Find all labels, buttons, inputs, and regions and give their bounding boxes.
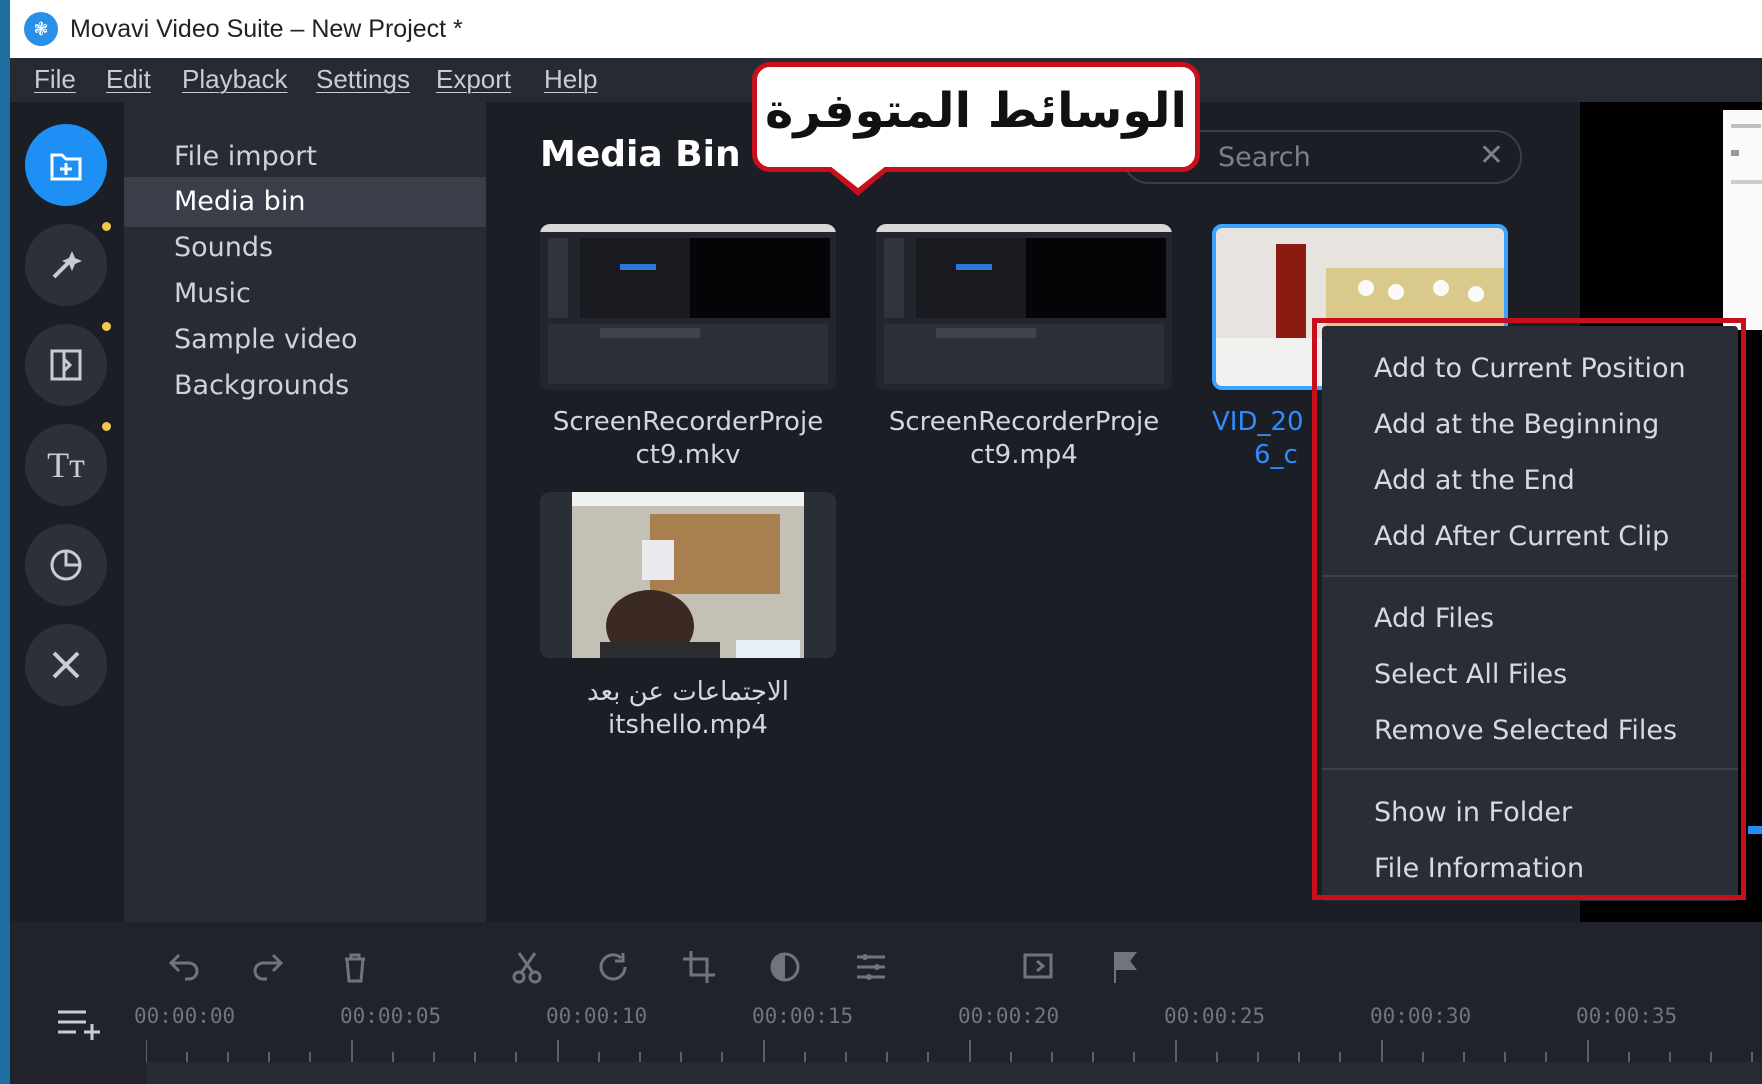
menu-file[interactable]: File: [34, 64, 76, 95]
file-name-line1: ScreenRecorderProje: [888, 407, 1160, 437]
redo-icon[interactable]: [246, 944, 292, 990]
magic-wand-icon[interactable]: [25, 222, 111, 306]
playback-progress: [1748, 826, 1762, 834]
file-name: ScreenRecorderProje ct9.mp4: [864, 406, 1184, 472]
preview-frame: [1723, 110, 1762, 330]
file-name-line2: ct9.mkv: [635, 440, 741, 470]
file-name: الاجتماعات عن بعد itshello.mp4: [528, 676, 848, 742]
movavi-logo-icon: ❃: [24, 12, 58, 46]
file-thumbnail[interactable]: [540, 492, 836, 658]
tools-icon[interactable]: [25, 624, 107, 706]
notification-dot: [102, 222, 111, 231]
delete-icon[interactable]: [332, 944, 378, 990]
window-title: Movavi Video Suite – New Project *: [70, 14, 463, 43]
file-thumbnail[interactable]: [540, 224, 836, 390]
timeline-track[interactable]: [146, 1062, 1762, 1084]
app-window: ❃ Movavi Video Suite – New Project * Fil…: [10, 0, 1762, 1084]
marker-flag-icon[interactable]: [1102, 944, 1148, 990]
file-name-line1: ScreenRecorderProje: [552, 407, 824, 437]
file-name-line2: ct9.mp4: [970, 440, 1078, 470]
category-media-bin[interactable]: Media bin: [124, 177, 486, 227]
menu-settings[interactable]: Settings: [316, 64, 410, 95]
rotate-icon[interactable]: [590, 944, 636, 990]
time-label: 00:00:35: [1576, 1004, 1678, 1028]
category-sample-video[interactable]: Sample video: [124, 315, 486, 365]
time-label: 00:00:10: [546, 1004, 648, 1028]
category-sounds[interactable]: Sounds: [124, 223, 486, 273]
cut-icon[interactable]: [504, 944, 550, 990]
category-music[interactable]: Music: [124, 269, 486, 319]
stickers-icon[interactable]: [25, 524, 107, 606]
transitions-icon[interactable]: [25, 322, 111, 406]
time-label: 00:00:20: [958, 1004, 1060, 1028]
menu-help[interactable]: Help: [544, 64, 597, 95]
time-label: 00:00:05: [340, 1004, 442, 1028]
time-label: 00:00:15: [752, 1004, 854, 1028]
category-panel: File import Media bin Sounds Music Sampl…: [124, 102, 486, 922]
undo-icon[interactable]: [160, 944, 206, 990]
add-track-icon[interactable]: [56, 1004, 104, 1044]
category-backgrounds[interactable]: Backgrounds: [124, 361, 486, 411]
file-name-line2: itshello.mp4: [608, 710, 768, 740]
transition-wizard-icon[interactable]: [1016, 944, 1062, 990]
file-name: ScreenRecorderProje ct9.mkv: [528, 406, 848, 472]
category-file-import[interactable]: File import: [124, 132, 486, 182]
callout-annotation: الوسائط المتوفرة: [752, 62, 1200, 172]
notification-dot: [102, 422, 111, 431]
menu-edit[interactable]: Edit: [106, 64, 151, 95]
crop-icon[interactable]: [676, 944, 722, 990]
highlight-box: [1312, 318, 1746, 900]
titles-icon[interactable]: Tт: [25, 422, 111, 506]
title-bar: ❃ Movavi Video Suite – New Project *: [10, 0, 1762, 58]
file-thumbnail[interactable]: [876, 224, 1172, 390]
callout-text: الوسائط المتوفرة: [765, 83, 1187, 139]
time-label: 00:00:00: [134, 1004, 236, 1028]
tool-sidebar: Tт: [10, 102, 124, 922]
clip-properties-icon[interactable]: [848, 944, 894, 990]
callout-tail-inner: [825, 162, 891, 188]
menu-export[interactable]: Export: [436, 64, 511, 95]
time-label: 00:00:30: [1370, 1004, 1472, 1028]
import-icon[interactable]: [25, 124, 107, 206]
timeline-ruler[interactable]: [146, 1040, 1762, 1064]
search-placeholder: Search: [1218, 142, 1311, 173]
file-name-line1: الاجتماعات عن بعد: [586, 677, 790, 707]
media-bin-title: Media Bin: [540, 134, 741, 175]
color-adjust-icon[interactable]: [762, 944, 808, 990]
clear-search-icon[interactable]: ✕: [1479, 138, 1504, 173]
menu-playback[interactable]: Playback: [182, 64, 288, 95]
time-label: 00:00:25: [1164, 1004, 1266, 1028]
notification-dot: [102, 322, 111, 331]
